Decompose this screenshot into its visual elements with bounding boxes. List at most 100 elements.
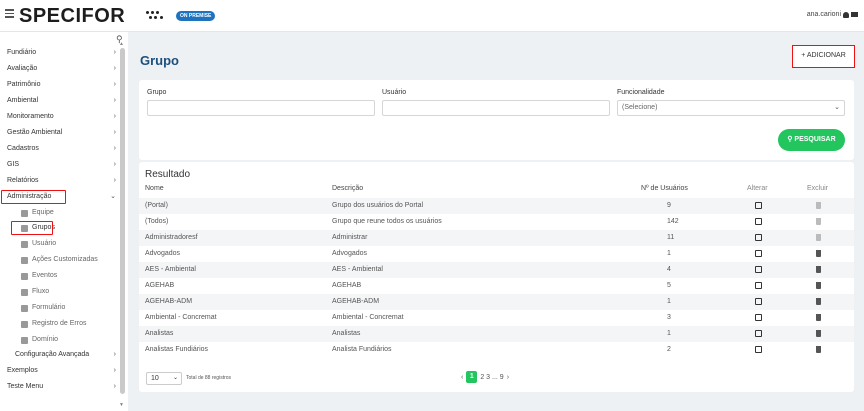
- edit-icon[interactable]: [755, 330, 762, 337]
- scroll-down-icon[interactable]: ▼: [119, 402, 124, 408]
- sidebar-subitem-formulario[interactable]: Formulário: [21, 302, 65, 314]
- sidebar-subitem-dominio[interactable]: Domínio: [21, 334, 58, 346]
- table-row[interactable]: Ambiental - Concremat Ambiental - Concre…: [139, 310, 854, 326]
- table-row[interactable]: Analistas Analistas 1: [139, 326, 854, 342]
- sidebar-item-gis[interactable]: GIS ›: [7, 159, 116, 171]
- sidebar-item-configuracao-avancada[interactable]: Configuração Avançada ›: [15, 349, 116, 361]
- sidebar-subitem-usuario[interactable]: Usuário: [21, 238, 56, 250]
- results-title: Resultado: [145, 169, 191, 180]
- user-icon[interactable]: [843, 11, 849, 18]
- sidebar-item-teste-menu[interactable]: Teste Menu ›: [7, 381, 116, 393]
- chevron-down-icon: ⌄: [834, 104, 840, 111]
- sidebar-item-fundiario[interactable]: Fundiário ›: [7, 47, 116, 59]
- form-icon: [21, 304, 28, 312]
- edit-icon[interactable]: [755, 266, 762, 273]
- chevron-down-icon: ⌄: [172, 375, 178, 381]
- trash-icon[interactable]: [816, 218, 821, 225]
- edit-icon[interactable]: [755, 218, 762, 225]
- funcionalidade-select[interactable]: (Selecione) ⌄: [617, 100, 845, 116]
- col-usuarios: Nº de Usuários: [641, 185, 688, 192]
- edit-icon[interactable]: [755, 234, 762, 241]
- chevron-right-icon: ›: [113, 161, 116, 168]
- filter-card: Grupo Usuário Funcionalidade (Selecione)…: [139, 80, 854, 160]
- col-descricao: Descrição: [332, 185, 364, 192]
- edit-icon[interactable]: [755, 346, 762, 353]
- prev-page-icon[interactable]: ‹: [461, 374, 463, 381]
- trash-icon[interactable]: [816, 346, 821, 353]
- chevron-right-icon: ›: [113, 367, 116, 374]
- table-row[interactable]: (Portal) Grupo dos usuários do Portal 9: [139, 198, 854, 214]
- sidebar-scrollbar[interactable]: [120, 48, 125, 394]
- grupo-label: Grupo: [147, 89, 167, 96]
- search-icon: ⚲: [787, 136, 793, 143]
- sidebar-subitem-eventos[interactable]: Eventos: [21, 270, 57, 282]
- sidebar-item-cadastros[interactable]: Cadastros ›: [7, 143, 116, 155]
- grupo-input[interactable]: [147, 100, 375, 116]
- sidebar-subitem-registro-erros[interactable]: Registro de Erros: [21, 318, 86, 330]
- chevron-right-icon: ›: [113, 65, 116, 72]
- app-logo[interactable]: SPECIFOR: [19, 5, 125, 28]
- scroll-up-icon[interactable]: ▲: [119, 41, 124, 47]
- table-row[interactable]: AGEHAB-ADM AGEHAB-ADM 1: [139, 294, 854, 310]
- sidebar-item-gestao-ambiental[interactable]: Gestão Ambiental ›: [7, 127, 116, 139]
- sidebar-subitem-acoes-customizadas[interactable]: Ações Customizadas: [21, 254, 98, 266]
- page-title: Grupo: [140, 53, 179, 68]
- edit-icon[interactable]: [755, 314, 762, 321]
- sidebar-subitem-equipe[interactable]: Equipe: [21, 207, 54, 219]
- sidebar-item-ambiental[interactable]: Ambiental ›: [7, 95, 116, 107]
- edit-icon[interactable]: [755, 298, 762, 305]
- trash-icon[interactable]: [816, 330, 821, 337]
- chevron-down-icon: ⌄: [110, 193, 116, 200]
- col-alterar: Alterar: [747, 185, 768, 192]
- trash-icon[interactable]: [816, 298, 821, 305]
- trash-icon[interactable]: [816, 282, 821, 289]
- highlight-grupos: [11, 221, 53, 235]
- highlight-administracao: [1, 190, 66, 204]
- bug-icon: [21, 320, 28, 328]
- username[interactable]: ana.carioni: [807, 11, 841, 18]
- edit-icon[interactable]: [755, 202, 762, 209]
- mail-icon[interactable]: [851, 12, 858, 17]
- total-records: Total de 88 registros: [186, 375, 232, 381]
- next-page-icon[interactable]: ›: [507, 374, 509, 381]
- flow-icon: [21, 288, 28, 296]
- trash-icon[interactable]: [816, 250, 821, 257]
- sidebar-item-avaliacao[interactable]: Avaliação ›: [7, 63, 116, 75]
- edit-icon[interactable]: [755, 282, 762, 289]
- chevron-right-icon: ›: [113, 351, 116, 358]
- trash-icon[interactable]: [816, 202, 821, 209]
- menu-icon[interactable]: [5, 9, 14, 18]
- sidebar-item-relatorios[interactable]: Relatórios ›: [7, 175, 116, 187]
- logo-dots-icon: [146, 10, 172, 22]
- table-row[interactable]: AES - Ambiental AES - Ambiental 4: [139, 262, 854, 278]
- hand-icon: [21, 256, 28, 264]
- table-row[interactable]: AGEHAB AGEHAB 5: [139, 278, 854, 294]
- trash-icon[interactable]: [816, 266, 821, 273]
- usuario-input[interactable]: [382, 100, 610, 116]
- page-links[interactable]: 2 3 ... 9: [480, 374, 503, 381]
- trash-icon[interactable]: [816, 314, 821, 321]
- chevron-right-icon: ›: [113, 97, 116, 104]
- trash-icon[interactable]: [816, 234, 821, 241]
- table-row[interactable]: Advogados Advogados 1: [139, 246, 854, 262]
- chevron-right-icon: ›: [113, 383, 116, 390]
- sidebar-item-monitoramento[interactable]: Monitoramento ›: [7, 111, 116, 123]
- edit-icon[interactable]: [755, 250, 762, 257]
- table-row[interactable]: Administradoresf Administrar 11: [139, 230, 854, 246]
- page-size-select[interactable]: 10 ⌄: [146, 372, 182, 385]
- chevron-right-icon: ›: [113, 177, 116, 184]
- search-button[interactable]: ⚲ PESQUISAR: [778, 129, 845, 151]
- top-bar: SPECIFOR ON PREMISE ana.carioni: [0, 0, 864, 32]
- add-button[interactable]: + ADICIONAR: [792, 45, 855, 68]
- sidebar-item-exemplos[interactable]: Exemplos ›: [7, 365, 116, 377]
- sidebar: ⚲ ▲ ▼ Fundiário › Avaliação › Patrimônio › …: [0, 32, 128, 411]
- sidebar-item-patrimonio[interactable]: Patrimônio ›: [7, 79, 116, 91]
- table-row[interactable]: Analistas Fundiários Analista Fundiários…: [139, 342, 854, 358]
- sidebar-subitem-fluxo[interactable]: Fluxo: [21, 286, 49, 298]
- team-icon: [21, 209, 28, 217]
- usuario-label: Usuário: [382, 89, 407, 96]
- bolt-icon: [21, 272, 28, 280]
- user-menu[interactable]: ana.carioni: [807, 11, 858, 18]
- page-current[interactable]: 1: [466, 371, 478, 383]
- table-row[interactable]: (Todos) Grupo que reune todos os usuário…: [139, 214, 854, 230]
